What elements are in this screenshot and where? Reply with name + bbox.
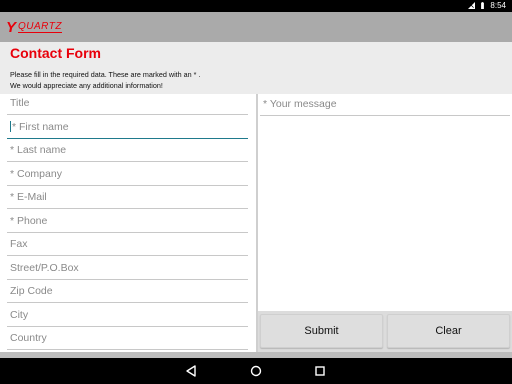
message-placeholder: * Your message <box>263 98 337 110</box>
logo-text: QUARTZ <box>18 21 62 33</box>
signal-icon <box>468 2 476 9</box>
recents-icon[interactable] <box>313 364 327 378</box>
clear-button[interactable]: Clear <box>387 314 510 348</box>
app-bar: Y QUARTZ <box>0 12 512 42</box>
message-field[interactable]: * Your message <box>260 94 510 116</box>
street-field[interactable]: Street/P.O.Box <box>7 259 248 280</box>
last-name-field[interactable]: * Last name <box>7 141 248 162</box>
phone-placeholder: * Phone <box>10 214 48 227</box>
instructions-line-2: We would appreciate any additional infor… <box>10 81 163 90</box>
title-field[interactable]: Title <box>7 94 248 115</box>
instructions-line-1: Please fill in the required data. These … <box>10 70 201 79</box>
status-bar: 8:54 <box>0 0 512 12</box>
back-icon[interactable] <box>184 364 198 378</box>
title-placeholder: Title <box>10 97 30 109</box>
fax-field[interactable]: Fax <box>7 235 248 256</box>
form-header: Contact Form Please fill in the required… <box>0 42 512 94</box>
city-field[interactable]: City <box>7 306 248 327</box>
battery-icon <box>481 2 485 9</box>
email-placeholder: * E-Mail <box>10 191 47 203</box>
phone-field[interactable]: * Phone <box>7 212 248 233</box>
company-placeholder: * Company <box>10 167 62 180</box>
city-placeholder: City <box>10 308 29 321</box>
company-field[interactable]: * Company <box>7 165 248 186</box>
button-strip: Submit Clear <box>258 311 512 352</box>
text-cursor <box>10 121 11 133</box>
contact-fields: Title * First name * Last name * Company… <box>0 94 256 352</box>
country-placeholder: Country <box>10 332 47 344</box>
email-field[interactable]: * E-Mail <box>7 188 248 209</box>
zip-code-field[interactable]: Zip Code <box>7 282 248 303</box>
submit-button[interactable]: Submit <box>260 314 383 348</box>
home-icon[interactable] <box>249 364 263 378</box>
logo-mark: Y <box>6 18 17 36</box>
quartz-logo: Y QUARTZ <box>6 17 62 37</box>
page-title: Contact Form <box>10 45 101 61</box>
street-placeholder: Street/P.O.Box <box>10 261 79 274</box>
country-field[interactable]: Country <box>7 329 248 350</box>
first-name-placeholder: * First name <box>12 120 69 133</box>
message-panel[interactable]: * Your message <box>258 94 512 311</box>
fax-placeholder: Fax <box>10 238 28 250</box>
status-time: 8:54 <box>490 1 506 10</box>
first-name-field[interactable]: * First name <box>7 118 248 139</box>
navigation-bar <box>0 358 512 384</box>
zip-code-placeholder: Zip Code <box>10 285 53 297</box>
status-bar-right: 8:54 <box>468 1 506 10</box>
last-name-placeholder: * Last name <box>10 144 67 156</box>
instructions: Please fill in the required data. These … <box>10 69 310 91</box>
